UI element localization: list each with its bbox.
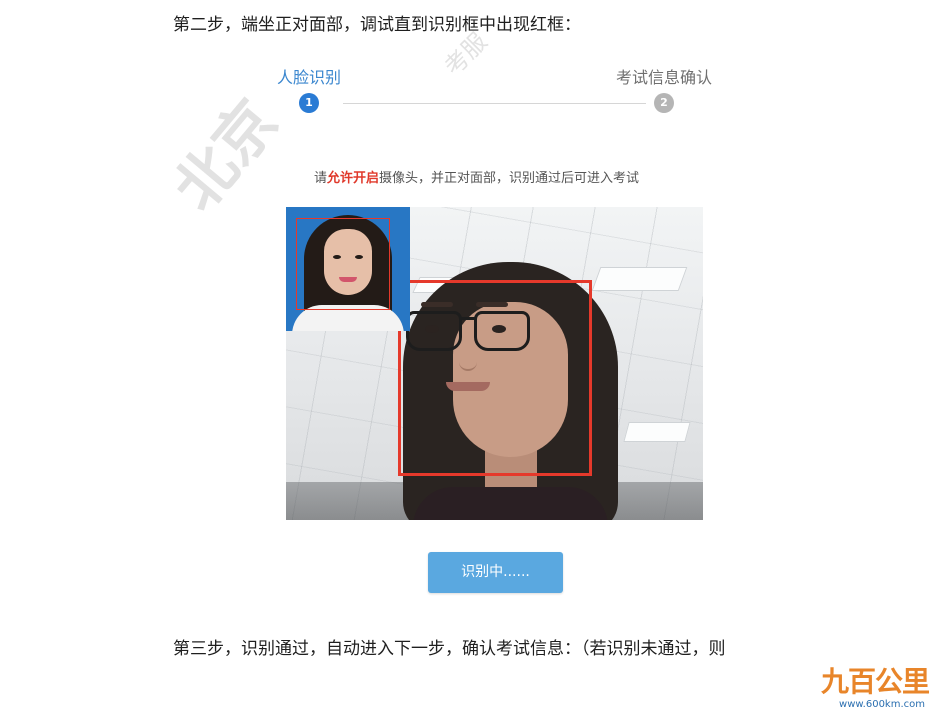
- recognizing-button[interactable]: 识别中......: [428, 552, 563, 593]
- site-logo: 九百公里 www.600km.com: [801, 660, 930, 710]
- step-progress-line: [343, 103, 646, 104]
- instruction-highlight: 允许开启: [327, 171, 380, 186]
- camera-instruction: 请允许开启摄像头，并正对面部，识别通过后可进入考试: [314, 167, 639, 186]
- face-detection-frame: [398, 280, 592, 476]
- step-3-paragraph: 第三步，识别通过，自动进入下一步，确认考试信息：（若识别未通过，则: [173, 639, 726, 659]
- instruction-prefix: 请: [314, 171, 328, 186]
- id-photo-detection-frame: [296, 218, 390, 310]
- id-photo: [286, 207, 410, 331]
- step-1-indicator: 1: [299, 93, 319, 113]
- shirt: [413, 487, 608, 520]
- camera-preview: [286, 207, 703, 520]
- step-2-label: 考试信息确认: [616, 68, 713, 87]
- ceiling-light: [623, 422, 691, 442]
- logo-url: www.600km.com: [839, 699, 925, 710]
- logo-text: 九百公里: [820, 665, 930, 698]
- step-2-indicator: 2: [654, 93, 674, 113]
- step-1-label: 人脸识别: [277, 68, 342, 87]
- watermark: 北京: [160, 87, 292, 224]
- step-2-paragraph: 第二步，端坐正对面部，调试直到识别框中出现红框：: [173, 15, 581, 35]
- instruction-suffix: 摄像头，并正对面部，识别通过后可进入考试: [379, 171, 640, 186]
